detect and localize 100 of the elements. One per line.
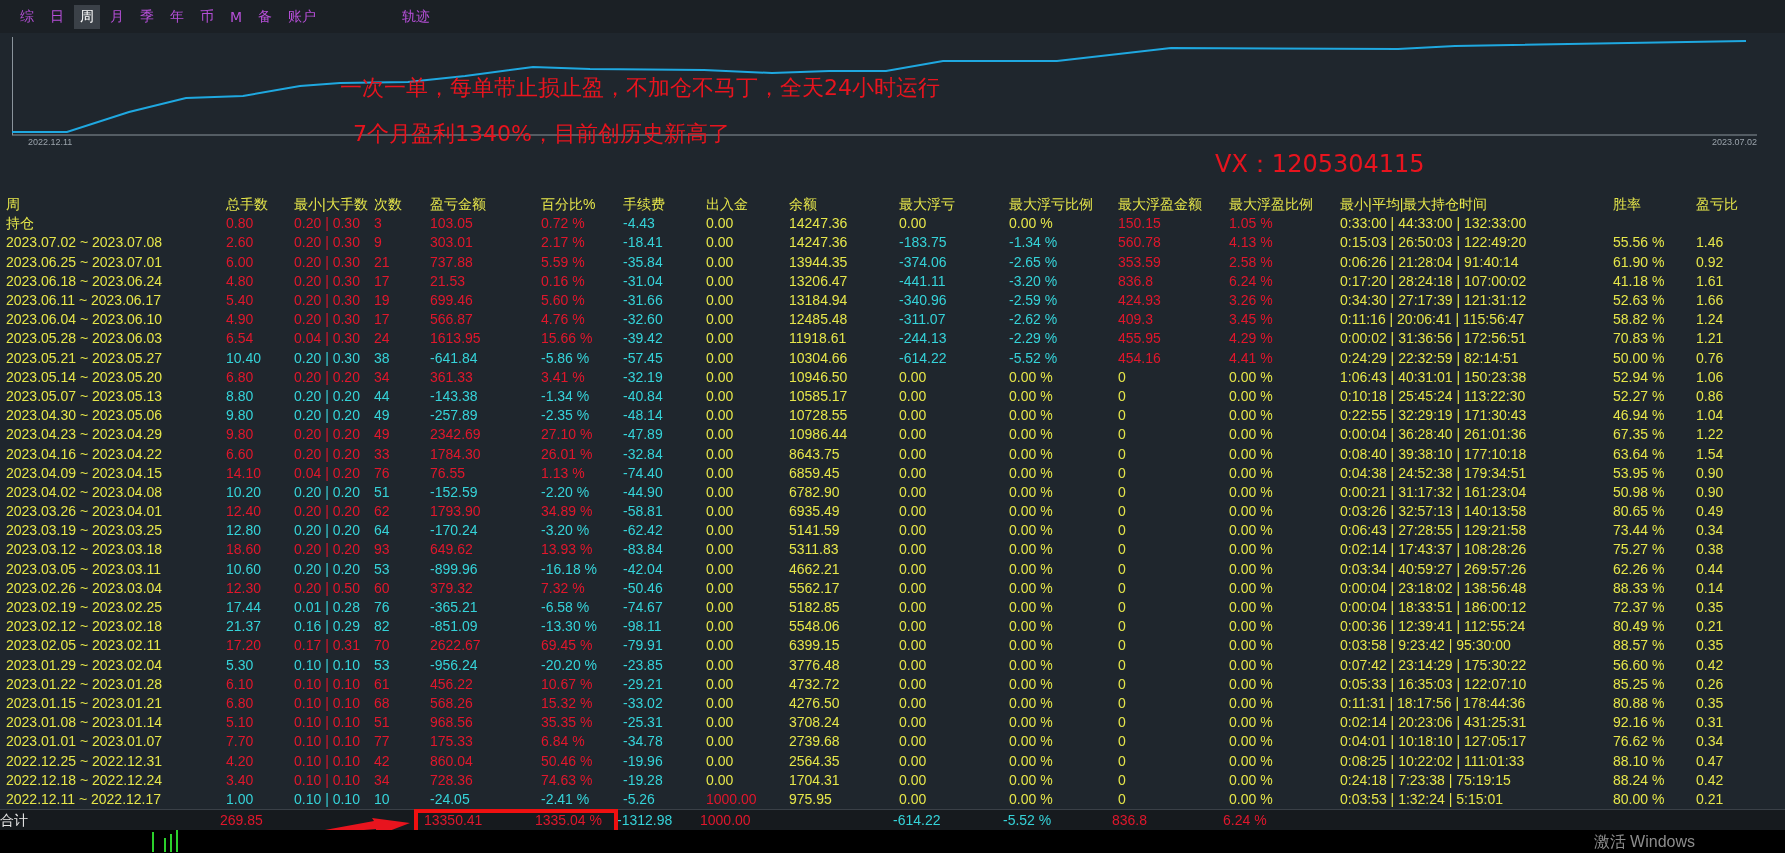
tab[interactable]: 综 bbox=[14, 4, 40, 29]
table-cell-text: -441.11 bbox=[899, 271, 947, 291]
table-cell-text: 0.00 % bbox=[1229, 636, 1274, 656]
table-cell-text: 0.00 bbox=[706, 770, 735, 790]
table-cell-text: 24 bbox=[374, 329, 391, 349]
table-cell-text: 63.64 % bbox=[1613, 444, 1666, 464]
table-cell-text: 0.20 | 0.20 bbox=[294, 425, 361, 445]
table-cell-text: 0.00 % bbox=[1229, 732, 1274, 752]
table-cell-text: 14247.36 bbox=[789, 214, 849, 234]
tab[interactable]: 币 bbox=[194, 4, 220, 29]
table-cell-text: 76 bbox=[374, 463, 391, 483]
tab[interactable]: 轨迹 bbox=[396, 4, 437, 29]
table-cell-text: 269.85 bbox=[220, 810, 264, 830]
table-cell-text: -33.02 bbox=[623, 693, 664, 713]
table-cell-text: -40.84 bbox=[623, 386, 664, 406]
table-cell-text: 2022.12.18 ~ 2022.12.24 bbox=[6, 770, 164, 790]
table-cell-text: 2023.04.30 ~ 2023.05.06 bbox=[6, 406, 164, 426]
table-cell-text: -1312.98 bbox=[617, 810, 674, 830]
table-cell-text: 649.62 bbox=[430, 540, 474, 560]
table-cell-text: 76.62 % bbox=[1613, 732, 1666, 752]
table-cell-text: 53 bbox=[374, 559, 391, 579]
table-cell-text: -83.84 bbox=[623, 540, 664, 560]
table-cell-text: 77 bbox=[374, 732, 391, 752]
table-cell-text: 353.59 bbox=[1118, 252, 1162, 272]
table-cell-text: 6.60 bbox=[226, 444, 255, 464]
table-cell-text: 0.00 bbox=[899, 482, 928, 502]
table-cell-text: 0:11:16 | 20:06:41 | 115:56:47 bbox=[1340, 310, 1526, 330]
table-cell-text: 1613.95 bbox=[430, 329, 482, 349]
table-cell-text: 55.56 % bbox=[1613, 233, 1666, 253]
tab[interactable]: 季 bbox=[134, 4, 160, 29]
table-cell-text: 0 bbox=[1118, 482, 1127, 502]
table-cell-text: 0.10 | 0.10 bbox=[294, 732, 361, 752]
table-cell-text: 0.00 % bbox=[1229, 789, 1274, 809]
table-cell-text: 0:03:34 | 40:59:27 | 269:57:26 bbox=[1340, 559, 1528, 579]
tab[interactable]: 月 bbox=[104, 4, 130, 29]
table-cell-text: 0.21 bbox=[1696, 789, 1725, 809]
tab[interactable]: 日 bbox=[44, 4, 70, 29]
table-cell-text: 10728.55 bbox=[789, 406, 849, 426]
table-cell-text: 2023.07.02 ~ 2023.07.08 bbox=[6, 233, 164, 253]
table-cell-text: 0.00 % bbox=[1229, 578, 1274, 598]
table-cell-text: 0.00 bbox=[706, 425, 735, 445]
table-cell-text: 10 bbox=[374, 789, 391, 809]
table-cell-text: 0.00 bbox=[706, 329, 735, 349]
table-cell-text: 0.00 bbox=[706, 693, 735, 713]
table-cell-text: -3.20 % bbox=[541, 521, 591, 541]
table-cell-text: -5.52 % bbox=[1003, 810, 1053, 830]
table-cell-text: 44 bbox=[374, 386, 391, 406]
tab[interactable]: M bbox=[224, 5, 249, 28]
table-cell-text: 0.21 bbox=[1696, 617, 1725, 637]
table-cell-text: -1.34 % bbox=[541, 386, 591, 406]
table-cell-text: 61 bbox=[374, 674, 391, 694]
table-cell-text: 0.00 bbox=[706, 367, 735, 387]
tab[interactable]: 备 bbox=[252, 4, 279, 29]
table-cell-text: -244.13 bbox=[899, 329, 948, 349]
table-cell-text: -58.81 bbox=[623, 502, 664, 522]
table-cell-text: 0.38 bbox=[1696, 540, 1725, 560]
tab[interactable]: 周 bbox=[74, 4, 100, 29]
table-cell-text: 2023.02.19 ~ 2023.02.25 bbox=[6, 598, 164, 618]
table-cell-text: 0.20 | 0.20 bbox=[294, 482, 361, 502]
table-cell-text: 12.80 bbox=[226, 521, 263, 541]
table-cell-text: 13350.41 bbox=[424, 810, 484, 830]
tab[interactable]: 账户 bbox=[282, 4, 323, 29]
table-cell-text: 0.20 | 0.30 bbox=[294, 348, 361, 368]
table-cell-text: -24.05 bbox=[430, 789, 471, 809]
table-cell-text: 52.63 % bbox=[1613, 291, 1666, 311]
table-cell-text: 2023.03.05 ~ 2023.03.11 bbox=[6, 559, 163, 579]
table-cell-text: 42 bbox=[374, 751, 391, 771]
table-cell-text: 7.32 % bbox=[541, 578, 586, 598]
column-header: 余额 bbox=[789, 195, 818, 214]
annotation-text: 7个月盈利1340%，目前创历史新高了 bbox=[353, 120, 730, 148]
table-cell-text: 0.90 bbox=[1696, 463, 1725, 483]
table-cell-text: 3.41 % bbox=[541, 367, 586, 387]
table-cell-text: 33 bbox=[374, 444, 391, 464]
table-cell-text: 92.16 % bbox=[1613, 713, 1666, 733]
table-cell-text: 0 bbox=[1118, 751, 1127, 771]
table-cell-text: 0.16 | 0.29 bbox=[294, 617, 361, 637]
table-cell-text: 6.00 bbox=[226, 252, 255, 272]
tab[interactable]: 年 bbox=[164, 4, 190, 29]
table-cell-text: 88.33 % bbox=[1613, 578, 1666, 598]
table-cell-text: 4662.21 bbox=[789, 559, 841, 579]
table-cell-text: 0.20 | 0.30 bbox=[294, 291, 361, 311]
table-cell-text: 0.00 % bbox=[1229, 367, 1274, 387]
table-cell-text: 0.00 bbox=[706, 732, 735, 752]
table-cell-text: 0 bbox=[1118, 770, 1127, 790]
table-cell-text: 4.13 % bbox=[1229, 233, 1274, 253]
table-cell-text: -5.86 % bbox=[541, 348, 591, 368]
column-header: 最大浮亏 bbox=[899, 195, 956, 214]
table-cell-text: 34 bbox=[374, 367, 391, 387]
table-cell-text: 21 bbox=[374, 252, 391, 272]
table-cell-text: -956.24 bbox=[430, 655, 479, 675]
table-cell-text: 0.00 bbox=[706, 617, 735, 637]
table-cell-text: 968.56 bbox=[430, 713, 474, 733]
table-cell-text: 0:33:00 | 44:33:00 | 132:33:00 bbox=[1340, 214, 1528, 234]
table-cell-text: 1000.00 bbox=[700, 810, 752, 830]
table-cell-text: 2023.05.21 ~ 2023.05.27 bbox=[6, 348, 164, 368]
table-cell-text: 2023.01.01 ~ 2023.01.07 bbox=[6, 732, 164, 752]
table-cell-text: 12485.48 bbox=[789, 310, 849, 330]
table-cell-text: 0.20 | 0.30 bbox=[294, 252, 361, 272]
table-cell-text: -170.24 bbox=[430, 521, 479, 541]
table-cell-text: 4.29 % bbox=[1229, 329, 1274, 349]
